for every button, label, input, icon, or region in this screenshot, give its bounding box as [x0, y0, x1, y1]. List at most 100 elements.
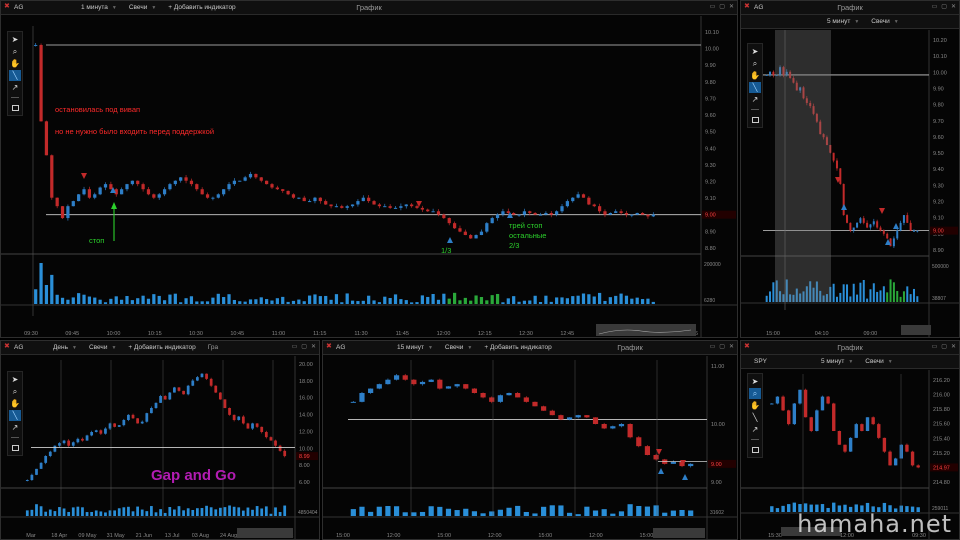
- chart-canvas[interactable]: 10.10 10.00 9.90 9.80 9.70 9.60 9.50 9.40 9.30 9.…: [1, 16, 737, 337]
- candle-body: [653, 455, 659, 460]
- cursor-icon[interactable]: ➤: [749, 376, 761, 387]
- candle-body: [184, 177, 188, 181]
- minimize-icon[interactable]: ▭: [932, 343, 938, 350]
- arrow-icon[interactable]: ↗: [749, 424, 761, 435]
- volume-bar: [254, 299, 258, 304]
- close-icon[interactable]: ✖: [4, 2, 10, 10]
- close-icon[interactable]: ✖: [744, 342, 750, 350]
- line-icon[interactable]: ╲: [749, 82, 761, 93]
- minimize-icon[interactable]: ▭: [710, 343, 716, 350]
- hand-icon[interactable]: ✋: [9, 58, 21, 69]
- chart-type-select[interactable]: Свечи ▼: [865, 18, 904, 25]
- interval-select[interactable]: 15 минут ▼: [391, 344, 439, 351]
- line-icon[interactable]: ╲: [9, 70, 21, 81]
- maximize-icon[interactable]: ▢: [719, 3, 725, 10]
- chevron-down-icon: ▼: [893, 18, 899, 25]
- arrow-icon[interactable]: ↗: [9, 422, 21, 433]
- close-window-icon[interactable]: ✕: [311, 343, 316, 350]
- rect-icon[interactable]: [9, 102, 21, 113]
- candle-body: [910, 451, 915, 466]
- price-tick-label: 9.50: [933, 151, 944, 157]
- arrow-icon[interactable]: ↗: [9, 82, 21, 93]
- volume-bar: [114, 296, 118, 304]
- close-window-icon[interactable]: ✕: [951, 343, 956, 350]
- volume-bar: [912, 288, 915, 302]
- rect-icon[interactable]: [9, 442, 21, 453]
- cursor-icon[interactable]: ➤: [9, 374, 21, 385]
- minimize-icon[interactable]: ▭: [710, 3, 716, 10]
- close-window-icon[interactable]: ✕: [951, 3, 956, 10]
- zoom-icon[interactable]: ⌕: [749, 388, 761, 399]
- minimize-icon[interactable]: ▭: [932, 3, 938, 10]
- interval-select[interactable]: День ▼: [47, 344, 83, 351]
- candle-body: [906, 215, 909, 223]
- volume-bar: [832, 283, 835, 302]
- candle-body: [912, 230, 915, 232]
- candle-body: [865, 417, 870, 431]
- volume-bar: [152, 294, 156, 304]
- candle-body: [916, 230, 919, 232]
- price-tick-label: 214.80: [933, 480, 950, 486]
- price-tick-label: 9.40: [705, 146, 716, 152]
- maximize-icon[interactable]: ▢: [941, 3, 947, 10]
- add-indicator-button[interactable]: + Добавить индикатор: [122, 344, 201, 351]
- candle-body: [495, 214, 500, 219]
- candle-body: [565, 201, 569, 207]
- zoom-icon[interactable]: ⌕: [9, 386, 21, 397]
- zoom-icon[interactable]: ⌕: [9, 46, 21, 57]
- chart-canvas[interactable]: 10.20 10.10 10.00 9.90 9.80 9.70 9.60 9.50 9.40 9…: [741, 30, 959, 337]
- interval-select[interactable]: 5 минут ▼: [821, 18, 865, 25]
- volume-bar: [191, 510, 195, 516]
- close-window-icon[interactable]: ✕: [729, 3, 734, 10]
- volume-bar: [576, 295, 580, 304]
- hand-icon[interactable]: ✋: [749, 400, 761, 411]
- hline-icon[interactable]: [751, 439, 759, 440]
- symbol-field[interactable]: SPY: [741, 358, 781, 365]
- volume-bar: [131, 511, 135, 516]
- line-icon[interactable]: ╲: [9, 410, 21, 421]
- maximize-icon[interactable]: ▢: [941, 343, 947, 350]
- candle-body: [592, 204, 596, 207]
- hline-icon[interactable]: [11, 437, 19, 438]
- minimize-icon[interactable]: ▭: [292, 343, 298, 350]
- chart-type-select[interactable]: Свечи ▼: [83, 344, 122, 351]
- volume-bar: [415, 302, 419, 304]
- cursor-icon[interactable]: ➤: [749, 46, 761, 57]
- maximize-icon[interactable]: ▢: [301, 343, 307, 350]
- interval-value: 5 минут: [827, 18, 851, 25]
- candle-body: [781, 396, 785, 411]
- candle-body: [688, 463, 694, 467]
- chart-canvas[interactable]: 20.00 18.00 16.00 14.00 12.00 10.00 8.00 6.00 Ma…: [1, 356, 319, 539]
- rect-icon[interactable]: [749, 114, 761, 125]
- hand-icon[interactable]: ✋: [749, 70, 761, 81]
- interval-value: 1 минута: [81, 4, 108, 11]
- interval-select[interactable]: 1 минута ▼: [75, 4, 123, 11]
- hline-icon[interactable]: [11, 97, 19, 98]
- candle-body: [146, 189, 151, 195]
- zoom-icon[interactable]: ⌕: [749, 58, 761, 69]
- line-icon[interactable]: ╲: [749, 412, 761, 423]
- volume-bar: [480, 513, 486, 516]
- chart-type-select[interactable]: Свечи ▼: [439, 344, 478, 351]
- cursor-icon[interactable]: ➤: [9, 34, 21, 45]
- volume-bar: [159, 509, 162, 516]
- add-indicator-button[interactable]: + Добавить индикатор: [162, 4, 241, 11]
- chevron-down-icon: ▼: [151, 4, 157, 11]
- chart-canvas[interactable]: 11.00 10.00 9.00 15:00 12:00 15:00 12:00 15:00 1…: [323, 356, 737, 539]
- candle-body: [25, 480, 29, 481]
- interval-select[interactable]: 5 минут ▼: [815, 358, 859, 365]
- hline-icon[interactable]: [751, 109, 759, 110]
- rect-icon[interactable]: [749, 444, 761, 455]
- close-icon[interactable]: ✖: [326, 342, 332, 350]
- hand-icon[interactable]: ✋: [9, 398, 21, 409]
- maximize-icon[interactable]: ▢: [719, 343, 725, 350]
- volume-bar: [350, 509, 356, 516]
- candle-body: [216, 194, 220, 198]
- add-indicator-button[interactable]: + Добавить индикатор: [478, 344, 557, 351]
- chart-type-select[interactable]: Свечи ▼: [123, 4, 162, 11]
- close-icon[interactable]: ✖: [4, 342, 10, 350]
- chart-type-select[interactable]: Свечи ▼: [859, 358, 898, 365]
- close-icon[interactable]: ✖: [744, 2, 750, 10]
- close-window-icon[interactable]: ✕: [729, 343, 734, 350]
- arrow-icon[interactable]: ↗: [749, 94, 761, 105]
